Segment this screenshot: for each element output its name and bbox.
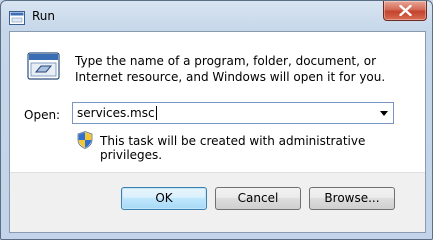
open-label: Open: xyxy=(24,108,61,122)
run-dialog-icon xyxy=(9,10,25,25)
instruction-text: Type the name of a program, folder, docu… xyxy=(75,54,386,84)
close-button[interactable] xyxy=(383,1,427,21)
cancel-button[interactable]: Cancel xyxy=(215,187,301,210)
admin-privileges-notice: This task will be created with administr… xyxy=(100,134,366,162)
run-program-icon xyxy=(27,52,61,82)
content-panel: Type the name of a program, folder, docu… xyxy=(10,32,425,172)
close-icon xyxy=(399,5,412,16)
browse-button[interactable]: Browse... xyxy=(309,187,395,210)
ok-button[interactable]: OK xyxy=(121,187,207,210)
window-title: Run xyxy=(32,9,56,23)
open-combobox[interactable]: services.msc xyxy=(72,102,394,124)
separator xyxy=(10,172,425,173)
dropdown-button[interactable] xyxy=(375,103,393,123)
chevron-down-icon xyxy=(380,111,388,116)
title-bar[interactable]: Run xyxy=(1,1,432,32)
run-dialog-window: Run Type the name of a program, folder, … xyxy=(0,0,433,240)
dialog-content: Type the name of a program, folder, docu… xyxy=(9,31,426,233)
open-input[interactable]: services.msc xyxy=(77,106,157,120)
uac-shield-icon xyxy=(77,131,93,149)
